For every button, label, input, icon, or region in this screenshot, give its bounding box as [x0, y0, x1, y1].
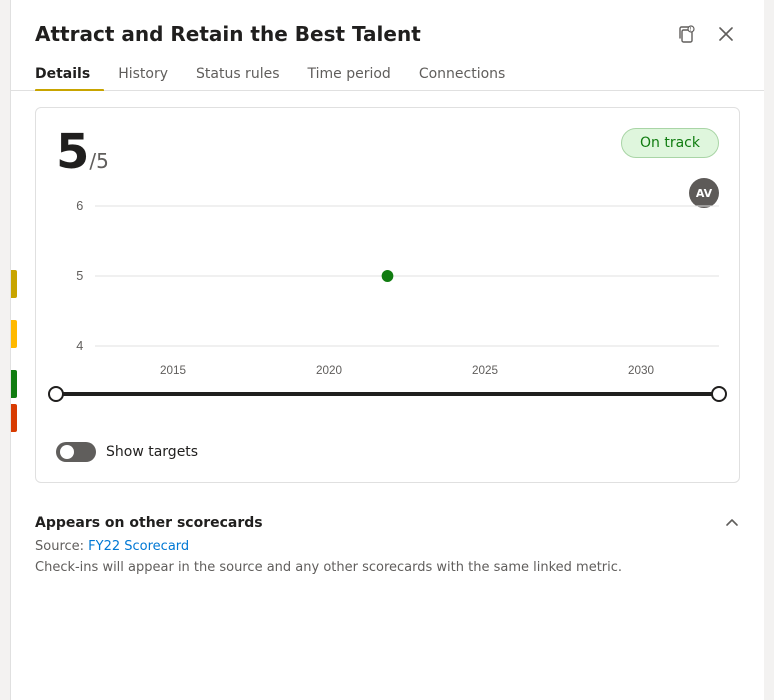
status-badge: On track: [621, 128, 719, 158]
sidebar-edge-yellow: [11, 270, 17, 298]
svg-text:4: 4: [76, 338, 83, 353]
svg-text:5: 5: [76, 268, 83, 283]
range-track: [56, 392, 719, 396]
range-thumb-left[interactable]: [48, 386, 64, 402]
tab-details[interactable]: Details: [35, 58, 104, 90]
sidebar-edge-green: [11, 370, 17, 398]
score-denom: /5: [89, 149, 108, 173]
range-thumb-right[interactable]: [711, 386, 727, 402]
collapse-button[interactable]: [724, 515, 740, 531]
svg-text:2025: 2025: [472, 363, 498, 377]
page-title: Attract and Retain the Best Talent: [35, 22, 421, 46]
copy-icon: !: [677, 25, 695, 43]
close-button[interactable]: [712, 20, 740, 48]
tab-history[interactable]: History: [104, 58, 182, 90]
sidebar-indicators: [11, 270, 29, 432]
tab-time-period[interactable]: Time period: [294, 58, 405, 90]
panel-header: Attract and Retain the Best Talent !: [11, 0, 764, 48]
main-content: 5/5 On track AV 6 5 4 2015: [11, 91, 764, 499]
data-point: [382, 270, 394, 282]
tab-status-rules[interactable]: Status rules: [182, 58, 294, 90]
header-actions: !: [672, 20, 740, 48]
score-status-row: 5/5 On track: [56, 128, 719, 176]
appears-on-label: Appears on other scorecards: [35, 515, 263, 531]
chart-container: 6 5 4 2015 2020 2025 2030: [56, 186, 719, 426]
svg-text:2015: 2015: [160, 363, 186, 377]
tab-bar: Details History Status rules Time period…: [11, 58, 764, 91]
source-link[interactable]: FY22 Scorecard: [88, 539, 189, 554]
sidebar-edge-red: [11, 404, 17, 432]
show-targets-label: Show targets: [106, 444, 198, 460]
svg-text:2020: 2020: [316, 363, 342, 377]
close-icon: [719, 27, 733, 41]
score-display: 5/5: [56, 128, 109, 176]
svg-text:6: 6: [76, 198, 83, 213]
scorecard-card: 5/5 On track AV 6 5 4 2015: [35, 107, 740, 483]
chevron-up-icon: [725, 516, 739, 530]
sidebar-edge-orange: [11, 320, 17, 348]
svg-text:2030: 2030: [628, 363, 654, 377]
appears-on-row: Appears on other scorecards: [35, 515, 740, 531]
bottom-section: Appears on other scorecards Source: FY22…: [11, 499, 764, 591]
show-targets-toggle[interactable]: [56, 442, 96, 462]
tab-connections[interactable]: Connections: [405, 58, 520, 90]
chart-svg: 6 5 4 2015 2020 2025 2030: [56, 186, 719, 386]
checkins-text: Check-ins will appear in the source and …: [35, 560, 740, 575]
source-label: Source:: [35, 539, 84, 554]
copy-icon-button[interactable]: !: [672, 20, 700, 48]
toggle-knob: [60, 445, 74, 459]
source-line: Source: FY22 Scorecard: [35, 539, 740, 554]
range-slider[interactable]: [56, 392, 719, 396]
score-value: 5: [56, 124, 89, 180]
show-targets-row: Show targets: [56, 442, 719, 462]
